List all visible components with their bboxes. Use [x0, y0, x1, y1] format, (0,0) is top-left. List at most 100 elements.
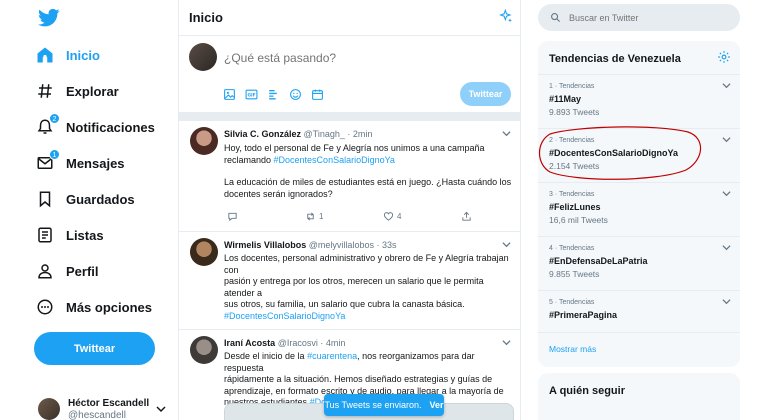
tweet-time: · 33s [376, 240, 397, 250]
poll-icon[interactable] [266, 87, 281, 102]
hashtag-link[interactable]: #DocentesConSalarioDignoYa [274, 155, 395, 165]
twitter-logo-icon[interactable] [38, 8, 60, 28]
timeline-header: Inicio [179, 0, 520, 36]
trend-tag: #PrimeraPagina [549, 310, 618, 320]
search-input[interactable] [569, 12, 719, 23]
list-icon [34, 224, 56, 246]
share-icon [462, 211, 471, 221]
trend-tag: #FelizLunes [549, 202, 601, 212]
retweet-icon [307, 212, 314, 221]
share-button[interactable] [461, 211, 539, 222]
hashtag-icon [34, 80, 56, 102]
nav-notificaciones[interactable]: 2 Notificaciones [34, 112, 155, 142]
chevron-down-icon[interactable] [502, 240, 511, 249]
gif-icon[interactable]: GIF [244, 87, 259, 102]
like-count: 4 [397, 212, 402, 221]
tweet-text: Los docentes, personal administrativo y … [224, 253, 514, 322]
reply-button[interactable] [227, 211, 305, 222]
trend-item[interactable]: 5 · Tendencias #PrimeraPagina [538, 290, 740, 330]
trend-count: 9.855 Tweets [549, 269, 600, 279]
hashtag-link[interactable]: #DocentesConSalarioDignoYa [224, 311, 514, 323]
nav-label: Mensajes [66, 155, 125, 171]
tweet-time: · 4min [320, 338, 346, 348]
nav-explorar[interactable]: Explorar [34, 76, 119, 106]
image-icon[interactable] [222, 87, 237, 102]
chevron-down-icon[interactable] [502, 338, 511, 347]
person-icon [34, 260, 56, 282]
compose-separator [179, 112, 521, 121]
gear-icon[interactable] [717, 50, 731, 64]
page-title: Inicio [189, 10, 223, 25]
tweet-author-name[interactable]: Silvia C. González [224, 129, 301, 139]
nav-listas[interactable]: Listas [34, 220, 104, 250]
avatar [190, 238, 218, 266]
reply-icon [228, 212, 237, 222]
chevron-down-icon[interactable] [722, 189, 731, 198]
trend-tag: #DocentesConSalarioDignoYa [549, 148, 679, 158]
right-sidebar: Tendencias de Venezuela 1 · Tendencias #… [538, 0, 740, 420]
trend-item[interactable]: 3 · Tendencias #FelizLunes 16,6 mil Twee… [538, 182, 740, 236]
tweet-item[interactable]: Silvia C. González @Tinagh_ · 2min Hoy, … [179, 121, 521, 232]
nav-guardados[interactable]: Guardados [34, 184, 135, 214]
notification-badge: 2 [49, 113, 60, 124]
trend-meta: 1 · Tendencias [549, 83, 595, 90]
nav-mensajes[interactable]: 1 Mensajes [34, 148, 125, 178]
tweet-text-line: Los docentes, personal administrativo y … [224, 253, 509, 275]
trend-tag: #EnDefensaDeLaPatria [549, 256, 648, 266]
envelope-icon: 1 [34, 149, 60, 174]
hashtag-link[interactable]: #cuarentena [307, 351, 357, 361]
chevron-down-icon[interactable] [722, 135, 731, 144]
tweet-text-line: reclamando #DocentesConSalarioDignoYa [224, 155, 514, 167]
show-more-link[interactable]: Mostrar más [549, 344, 596, 354]
trends-panel: Tendencias de Venezuela 1 · Tendencias #… [538, 41, 740, 367]
divider [538, 332, 740, 333]
account-switcher[interactable]: Héctor Escandell @hescandell [38, 398, 170, 420]
nav-inicio[interactable]: Inicio [34, 40, 100, 70]
trend-count: 9.893 Tweets [549, 107, 600, 117]
tweet-author-handle: @melyvillalobos [308, 240, 374, 250]
toast-view-link[interactable]: Ver [430, 400, 444, 410]
emoji-icon[interactable] [288, 87, 303, 102]
heart-icon [383, 212, 394, 221]
chevron-down-icon[interactable] [722, 243, 731, 252]
search-bar[interactable] [538, 4, 740, 31]
tweet-item[interactable]: Wirmelis Villalobos @melyvillalobos · 33… [179, 232, 521, 330]
tweet-author-handle: @Iracosvi [277, 338, 318, 348]
nav-label: Más opciones [66, 299, 152, 315]
tweet-text: Hoy, todo el personal de Fe y Alegría no… [224, 143, 514, 200]
nav-label: Explorar [66, 83, 119, 99]
chevron-down-icon[interactable] [722, 81, 731, 90]
nav-label: Guardados [66, 191, 135, 207]
trend-meta: 5 · Tendencias [549, 299, 595, 306]
nav-mas-opciones[interactable]: Más opciones [34, 292, 152, 322]
profile-handle: @hescandell [68, 410, 126, 420]
nav-perfil[interactable]: Perfil [34, 256, 99, 286]
chevron-down-icon[interactable] [722, 297, 731, 306]
tweet-text-line: Desde el inicio de la #cuarentena, nos r… [224, 351, 514, 374]
bookmark-icon [34, 188, 56, 210]
tweet-button[interactable]: Twittear [34, 332, 155, 365]
like-button[interactable]: 4 [383, 211, 461, 222]
avatar [190, 127, 218, 155]
who-to-follow-title: A quién seguir [549, 385, 625, 397]
trend-item[interactable]: 2 · Tendencias #DocentesConSalarioDignoY… [538, 128, 740, 182]
retweet-button[interactable]: 1 [305, 211, 383, 222]
sparkle-icon[interactable] [498, 9, 514, 25]
tweet-author-name[interactable]: Wirmelis Villalobos [224, 240, 306, 250]
compose-input[interactable] [224, 51, 464, 65]
compose-avatar [189, 43, 217, 71]
tweet-text-line: pasión y entrega por los otros, merecen … [224, 276, 484, 298]
tweet-text-line: Hoy, todo el personal de Fe y Alegría no… [224, 143, 485, 153]
tweet-author-name[interactable]: Iraní Acosta [224, 338, 275, 348]
trend-meta: 2 · Tendencias [549, 137, 595, 144]
trend-item[interactable]: 4 · Tendencias #EnDefensaDeLaPatria 9.85… [538, 236, 740, 290]
trend-item[interactable]: 1 · Tendencias #11May 9.893 Tweets [538, 74, 740, 128]
schedule-icon[interactable] [310, 87, 325, 102]
who-to-follow-panel: A quién seguir [538, 373, 740, 420]
chevron-down-icon[interactable] [502, 129, 511, 138]
compose-tweet-button[interactable]: Twittear [460, 82, 511, 106]
nav-label: Listas [66, 227, 104, 243]
tweet-text-line: La educación de miles de estudiantes est… [224, 177, 512, 187]
compose-toolbar: GIF [222, 87, 325, 102]
tweet-header: Iraní Acosta @Iracosvi · 4min [224, 338, 345, 348]
